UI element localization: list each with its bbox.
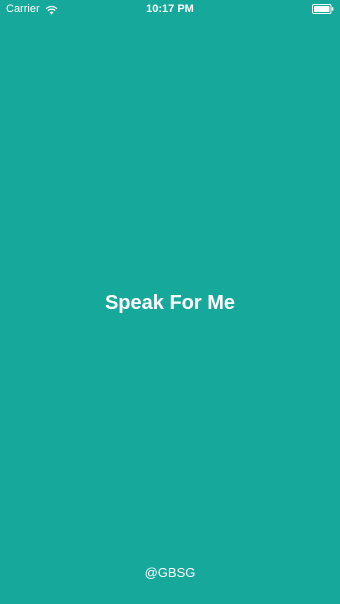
battery-icon bbox=[312, 4, 334, 14]
status-bar: Carrier 10:17 PM bbox=[0, 0, 340, 18]
app-title: Speak For Me bbox=[104, 292, 236, 314]
developer-handle: @GBSG bbox=[144, 565, 196, 580]
status-time: 10:17 PM bbox=[146, 3, 194, 15]
